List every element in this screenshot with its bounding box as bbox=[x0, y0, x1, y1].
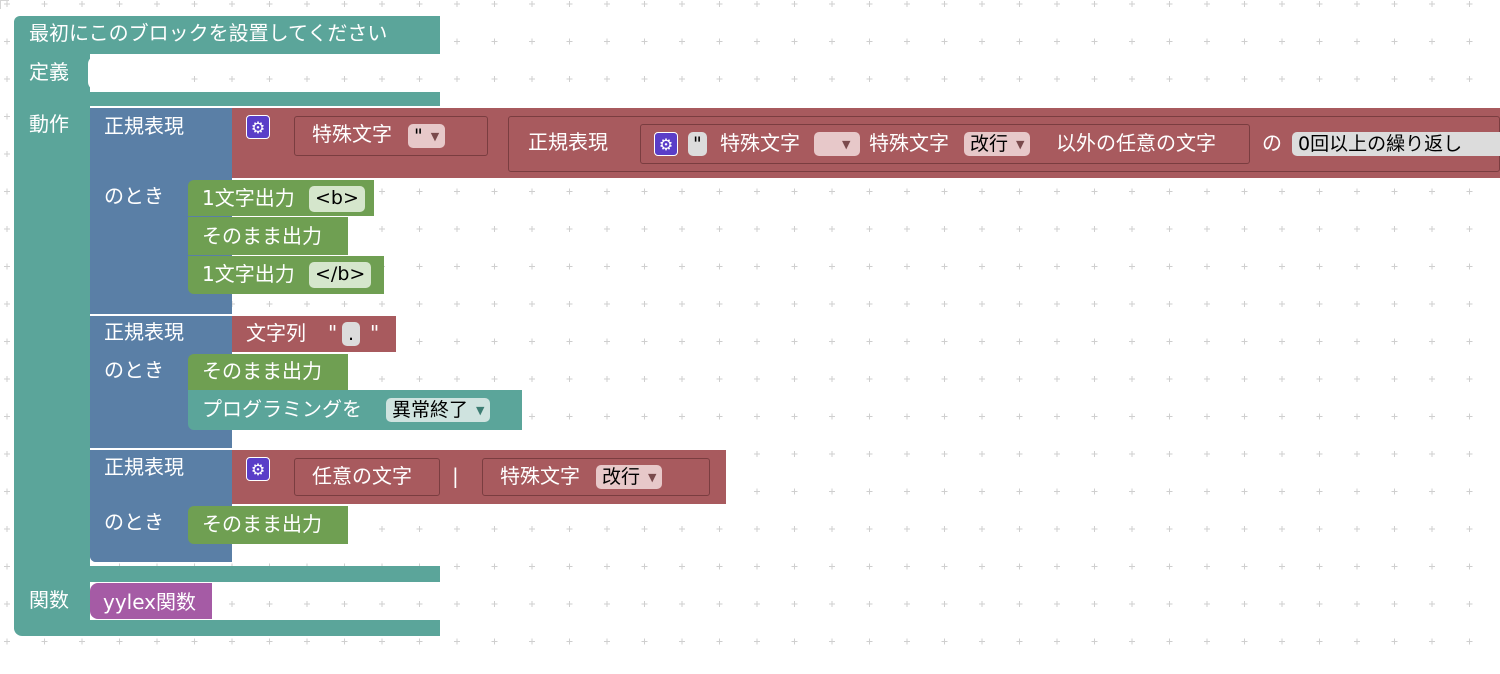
special-char-value-3: 改行 bbox=[970, 133, 1009, 155]
action-2-label: そのまま出力 bbox=[202, 224, 322, 248]
action-5-label: そのまま出力 bbox=[202, 512, 322, 536]
any-char-label: 任意の文字 bbox=[312, 464, 412, 488]
gear-icon[interactable]: ⚙ bbox=[246, 115, 270, 139]
string-label: 文字列 bbox=[246, 321, 306, 345]
special-char-dropdown-1[interactable]: " ▼ bbox=[408, 124, 446, 148]
special-char-dropdown-3[interactable]: 改行 ▼ bbox=[964, 132, 1031, 156]
special-char-label-1: 特殊文字 bbox=[312, 122, 392, 146]
function-label: 関数 bbox=[29, 588, 69, 612]
special-char-value-1: " bbox=[414, 125, 423, 147]
rule-1-spine-cover bbox=[90, 108, 188, 314]
action-4-label: そのまま出力 bbox=[202, 359, 322, 383]
main-block-title: 最初にこのブロックを設置してください bbox=[29, 21, 388, 45]
special-char-value-4: 改行 bbox=[602, 466, 641, 488]
abort-dropdown[interactable]: 異常終了 ▼ bbox=[386, 398, 491, 422]
quote-field[interactable]: " bbox=[688, 132, 707, 156]
rule-3-regex-label: 正規表現 bbox=[104, 455, 184, 479]
rule-1-regex-label: 正規表現 bbox=[104, 114, 184, 138]
inner-regex-label: 正規表現 bbox=[528, 130, 608, 154]
dropdown-arrow-icon: ▼ bbox=[648, 470, 657, 484]
string-input[interactable]: . bbox=[342, 322, 361, 346]
rule-3-when-label: のとき bbox=[104, 510, 164, 534]
abort-value: 異常終了 bbox=[392, 399, 469, 421]
special-char-label-2: 特殊文字 bbox=[720, 131, 800, 155]
repeat-value: 0回以上の繰り返し bbox=[1298, 133, 1463, 155]
repeat-dropdown[interactable]: 0回以上の繰り返し bbox=[1292, 132, 1500, 156]
rule-2-when-label: のとき bbox=[104, 358, 164, 382]
of-label: の bbox=[1262, 131, 1282, 155]
action-3-value[interactable]: </b> bbox=[309, 262, 372, 288]
main-block-spine bbox=[14, 50, 90, 635]
dropdown-arrow-icon: ▼ bbox=[430, 129, 440, 143]
gear-icon[interactable]: ⚙ bbox=[654, 132, 678, 156]
action-1-value[interactable]: <b> bbox=[309, 186, 365, 212]
string-quote-close: " bbox=[370, 321, 380, 345]
action-bottom-band bbox=[88, 566, 440, 582]
abort-label: プログラミングを bbox=[202, 397, 362, 421]
dropdown-arrow-icon: ▼ bbox=[476, 403, 485, 417]
special-char-label-4: 特殊文字 bbox=[500, 464, 580, 488]
define-label: 定義 bbox=[29, 60, 69, 84]
special-char-label-3: 特殊文字 bbox=[869, 131, 949, 155]
dropdown-arrow-icon: ▼ bbox=[1016, 137, 1025, 151]
main-block-footer bbox=[14, 620, 440, 636]
blockly-workspace[interactable]: 最初にこのブロックを設置してください 定義 動作 関数 yylex関数 正規表現… bbox=[0, 0, 1500, 674]
or-separator: | bbox=[452, 464, 459, 488]
dropdown-arrow-icon: ▼ bbox=[842, 137, 851, 151]
string-quote-open: " bbox=[328, 321, 338, 345]
action-1-label: 1文字出力 bbox=[202, 186, 295, 210]
rule-2-regex-label: 正規表現 bbox=[104, 320, 184, 344]
action-3-label: 1文字出力 bbox=[202, 262, 295, 286]
gear-icon[interactable]: ⚙ bbox=[246, 457, 270, 481]
define-slot[interactable] bbox=[88, 56, 188, 90]
action-top-band bbox=[88, 92, 440, 106]
action-label: 動作 bbox=[29, 112, 69, 136]
special-char-dropdown-2[interactable]: ▼ bbox=[814, 132, 860, 156]
rule-1-when-label: のとき bbox=[104, 184, 164, 208]
except-label: 以外の任意の文字 bbox=[1056, 131, 1216, 155]
yylex-function-label: yylex関数 bbox=[103, 590, 197, 614]
special-char-dropdown-4[interactable]: 改行 ▼ bbox=[596, 465, 663, 489]
